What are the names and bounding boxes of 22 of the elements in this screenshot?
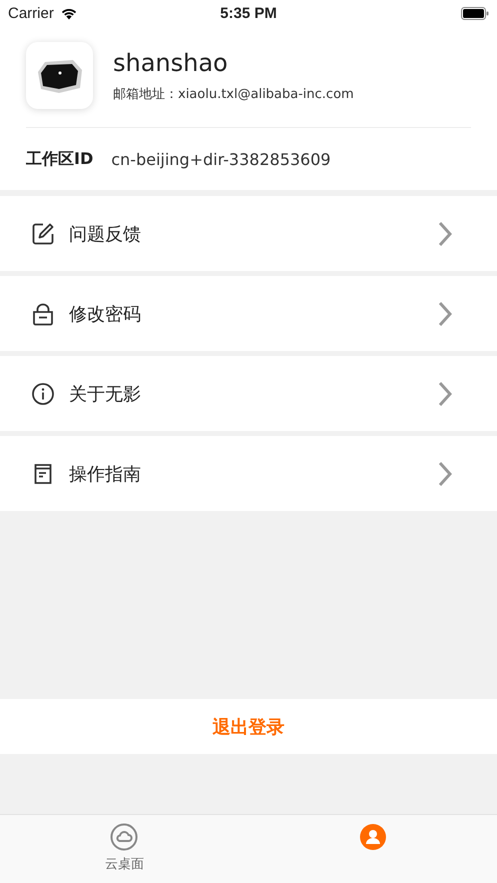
- workspace-id: cn-beijing+dir-3382853609: [111, 150, 331, 168]
- profile-icon: [358, 823, 387, 851]
- app-logo: [26, 42, 93, 109]
- lock-icon: [31, 302, 55, 326]
- menu-item[interactable]: 修改密码: [0, 276, 497, 351]
- chevron-right-icon: [438, 220, 452, 246]
- edit-icon: [31, 222, 55, 246]
- cloud-icon: [110, 823, 138, 851]
- carrier-name: Carrier: [8, 4, 54, 22]
- chevron-right-icon: [438, 300, 452, 326]
- email-address: 邮箱地址：xiaolu.txl@alibaba-inc.com: [113, 86, 354, 102]
- menu-item[interactable]: 问题反馈: [0, 196, 497, 271]
- chevron-right-icon: [438, 380, 452, 406]
- menu-item[interactable]: 操作指南: [0, 436, 497, 511]
- user-name: shanshao: [113, 48, 229, 76]
- workspace-label: 工作区ID: [26, 148, 94, 170]
- menu-item[interactable]: 关于无影: [0, 356, 497, 431]
- battery-icon: [460, 6, 489, 20]
- clock-time: 5:35 PM: [220, 4, 277, 22]
- info-icon: [31, 382, 55, 406]
- chevron-right-icon: [438, 460, 452, 486]
- wifi-icon: [60, 6, 78, 20]
